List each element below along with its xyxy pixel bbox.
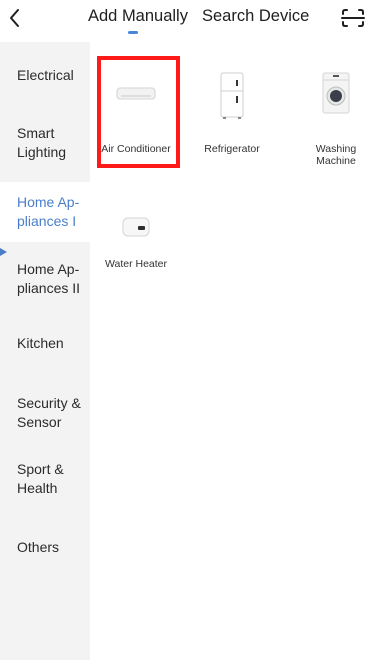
- selection-highlight-box: [97, 56, 180, 168]
- top-bar: Add Manually Search Device: [0, 0, 379, 42]
- sidebar-item-label: Electrical: [17, 67, 74, 83]
- washing-machine-icon: [322, 72, 350, 114]
- sidebar-item-label: Others: [17, 539, 60, 555]
- sidebar-item-others[interactable]: Others: [0, 538, 90, 557]
- sidebar-item-label: Home Ap-pliances II: [17, 261, 81, 296]
- tab-search-device[interactable]: Search Device: [202, 7, 309, 26]
- device-label: Refrigerator: [204, 143, 260, 155]
- sidebar-item-kitchen[interactable]: Kitchen: [0, 334, 90, 353]
- sidebar-item-label: Smart Lighting: [17, 125, 67, 160]
- sidebar-item-smart-lighting[interactable]: Smart Lighting: [0, 124, 90, 162]
- sidebar-item-label: Sport & Health: [17, 461, 64, 496]
- device-washing-machine[interactable]: Washing Machine: [290, 58, 379, 178]
- sidebar-item-security-sensor[interactable]: Security & Sensor: [0, 394, 90, 432]
- sidebar-item-label: Home Ap-pliances I: [17, 194, 80, 229]
- edge-pointer-icon: [0, 248, 7, 256]
- device-label: Water Heater: [104, 258, 168, 270]
- device-water-heater[interactable]: Water Heater: [90, 194, 182, 284]
- device-refrigerator[interactable]: Refrigerator: [186, 58, 278, 178]
- sidebar-item-electrical[interactable]: Electrical: [0, 66, 90, 85]
- tab-add-manually[interactable]: Add Manually: [88, 7, 188, 26]
- scan-button[interactable]: [338, 4, 368, 32]
- chevron-left-icon: [10, 9, 19, 27]
- back-button[interactable]: [4, 4, 30, 32]
- category-sidebar: Electrical Smart Lighting Home Ap-pliance…: [0, 42, 90, 660]
- sidebar-item-home-appliances-1[interactable]: Home Ap-pliances I: [0, 182, 90, 242]
- refrigerator-icon: [220, 72, 244, 119]
- water-heater-icon: [122, 217, 150, 237]
- sidebar-item-label: Security & Sensor: [17, 395, 81, 430]
- sidebar-item-sport-health[interactable]: Sport & Health: [0, 460, 90, 498]
- sidebar-item-home-appliances-2[interactable]: Home Ap-pliances II: [0, 260, 90, 298]
- sidebar-item-label: Kitchen: [17, 335, 64, 351]
- scan-icon: [341, 9, 365, 27]
- active-tab-indicator: [128, 31, 138, 34]
- device-label: Washing Machine: [315, 143, 357, 167]
